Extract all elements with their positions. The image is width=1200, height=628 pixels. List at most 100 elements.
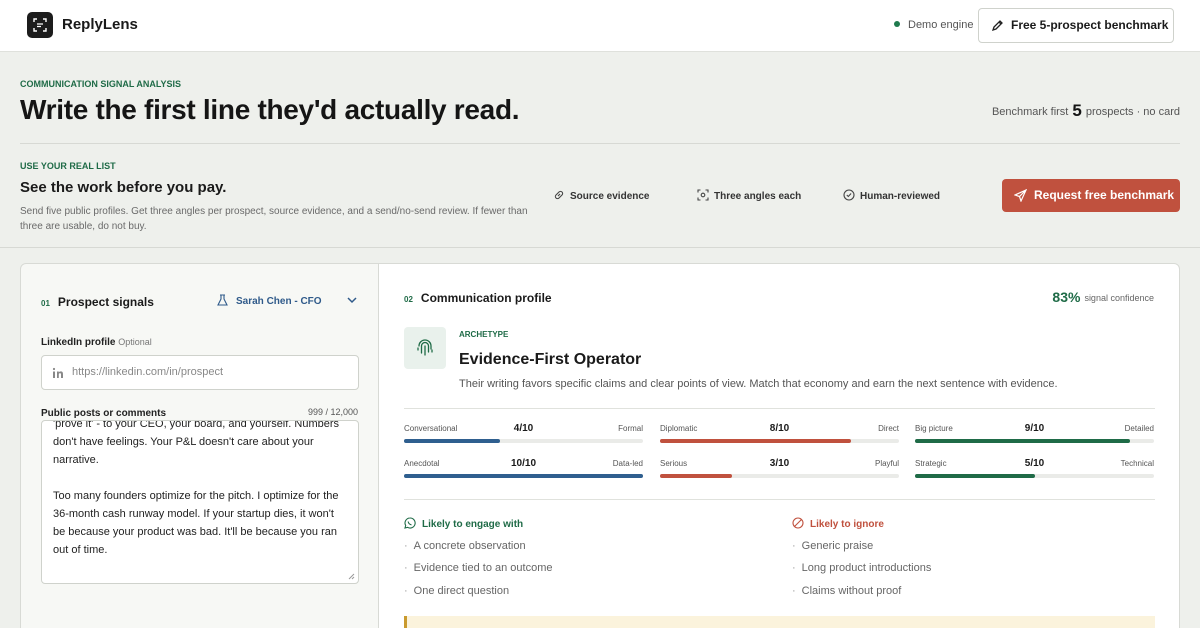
- feature-label: Human-reviewed: [860, 191, 941, 202]
- chevron-down-icon[interactable]: [347, 297, 357, 304]
- posts-text: 'prove it' - to your CEO, your board, an…: [53, 420, 340, 556]
- scale-value: 8/10: [769, 423, 790, 434]
- brand-name: ReplyLens: [62, 16, 138, 33]
- engage-heading: Likely to engage with: [404, 517, 523, 530]
- ignore-item: Claims without proof: [792, 585, 902, 597]
- linkedin-url-input[interactable]: https://linkedin.com/in/prospect: [41, 355, 359, 390]
- linkedin-label: LinkedIn profile Optional: [41, 337, 152, 348]
- step-number: 01: [41, 299, 50, 308]
- request-benchmark-label: Request free benchmark: [1034, 188, 1175, 202]
- archetype-kicker: ARCHETYPE: [459, 330, 509, 339]
- optional-tag: Optional: [118, 337, 152, 347]
- posts-textarea[interactable]: 'prove it' - to your CEO, your board, an…: [41, 420, 359, 584]
- engage-title: Likely to engage with: [422, 519, 524, 530]
- logo-icon[interactable]: [27, 12, 53, 38]
- scale-right-label: Direct: [878, 424, 899, 433]
- engage-item: A concrete observation: [404, 540, 526, 552]
- panel-title-text: Communication profile: [420, 291, 552, 305]
- engine-label: Demo engine: [908, 19, 974, 31]
- top-header: ReplyLens Demo engine Free 5-prospect be…: [0, 0, 1200, 52]
- feature-source-evidence: Source evidence: [553, 189, 649, 202]
- bench-pre: Benchmark first: [991, 106, 1069, 118]
- character-count: 999 / 12,000: [307, 407, 358, 417]
- style-scale: Serious 3/10 Playful: [660, 458, 899, 489]
- style-scale: Diplomatic 8/10 Direct: [660, 423, 899, 454]
- benchmark-note: Benchmark first 5 prospects · no card: [992, 101, 1180, 121]
- panel-title-text: Prospect signals: [57, 295, 154, 309]
- link-icon: [554, 190, 564, 200]
- bench-post: prospects · no card: [1085, 106, 1180, 118]
- ignore-heading: Likely to ignore: [792, 517, 884, 530]
- feature-label: Three angles each: [714, 191, 802, 202]
- pencil-icon: [991, 20, 1003, 32]
- step-number: 02: [404, 295, 413, 304]
- scale-track: [404, 439, 643, 443]
- scale-fill: [660, 474, 732, 478]
- scan-icon: [697, 189, 709, 201]
- linkedin-label-text: LinkedIn profile: [41, 337, 116, 348]
- scale-track: [915, 439, 1154, 443]
- panel-title: 02 Communication profile: [404, 291, 552, 305]
- ignore-title: Likely to ignore: [810, 519, 884, 530]
- scale-fill: [404, 439, 500, 443]
- signal-confidence: 83% signal confidence: [1052, 289, 1154, 305]
- archetype-description: Their writing favors specific claims and…: [459, 378, 1058, 390]
- style-scale: Anecdotal 10/10 Data-led: [404, 458, 643, 489]
- bench-number: 5: [1072, 101, 1082, 120]
- scale-fill: [404, 474, 643, 478]
- free-benchmark-button[interactable]: Free 5-prospect benchmark: [978, 8, 1174, 43]
- scale-value: 9/10: [1024, 423, 1045, 434]
- engine-status: Demo engine: [894, 19, 973, 31]
- style-scale: Conversational 4/10 Formal: [404, 423, 643, 454]
- style-scale: Strategic 5/10 Technical: [915, 458, 1154, 489]
- ignore-item: Generic praise: [792, 540, 874, 552]
- chat-icon: [404, 517, 416, 529]
- scale-track: [915, 474, 1154, 478]
- scale-fill: [915, 439, 1131, 443]
- send-icon: [1014, 189, 1027, 202]
- offer-kicker: USE YOUR REAL LIST: [20, 161, 116, 171]
- page-title: Write the first line they'd actually rea…: [20, 94, 520, 125]
- scale-value: 10/10: [510, 458, 537, 469]
- section-divider: [0, 247, 1200, 248]
- scale-track: [404, 474, 643, 478]
- scale-track: [660, 474, 899, 478]
- posts-label: Public posts or comments: [41, 408, 167, 419]
- confidence-label: signal confidence: [1084, 293, 1154, 303]
- scale-track: [660, 439, 899, 443]
- archetype-title: Evidence-First Operator: [459, 351, 642, 368]
- scale-fill: [660, 439, 852, 443]
- scale-fill: [915, 474, 1035, 478]
- free-benchmark-label: Free 5-prospect benchmark: [1011, 18, 1169, 32]
- prospect-signals-panel: 01 Prospect signals Sarah Chen - CFO Link…: [20, 263, 379, 628]
- scale-value: 3/10: [769, 458, 790, 469]
- scale-value: 5/10: [1024, 458, 1045, 469]
- divider: [404, 408, 1155, 409]
- feature-three-angles: Three angles each: [697, 189, 801, 202]
- panel-title: 01 Prospect signals: [41, 295, 154, 309]
- linkedin-icon: [52, 367, 63, 378]
- prospect-selector[interactable]: Sarah Chen - CFO: [217, 294, 322, 307]
- archetype-icon-box: [404, 327, 446, 369]
- feature-label: Source evidence: [570, 191, 650, 202]
- hero-kicker: COMMUNICATION SIGNAL ANALYSIS: [20, 79, 182, 89]
- feature-human-reviewed: Human-reviewed: [843, 189, 940, 202]
- fingerprint-icon: [417, 339, 433, 356]
- divider: [20, 143, 1180, 144]
- confidence-value: 83%: [1052, 289, 1081, 305]
- offer-description: Send five public profiles. Get three ang…: [20, 206, 528, 232]
- resize-handle-icon[interactable]: [348, 573, 355, 580]
- communication-profile-panel: 02 Communication profile 83% signal confid…: [378, 263, 1180, 628]
- ban-icon: [792, 517, 804, 529]
- style-scale: Big picture 9/10 Detailed: [915, 423, 1154, 454]
- ignore-item: Long product introductions: [792, 562, 932, 574]
- linkedin-placeholder: https://linkedin.com/in/prospect: [72, 366, 224, 378]
- offer-title: See the work before you pay.: [20, 179, 227, 196]
- scale-right-label: Detailed: [1124, 424, 1154, 433]
- scale-right-label: Formal: [618, 424, 643, 433]
- check-circle-icon: [843, 189, 855, 201]
- scale-value: 4/10: [513, 423, 534, 434]
- request-benchmark-button[interactable]: Request free benchmark: [1002, 179, 1180, 212]
- scale-right-label: Playful: [874, 459, 899, 468]
- divider: [404, 499, 1155, 500]
